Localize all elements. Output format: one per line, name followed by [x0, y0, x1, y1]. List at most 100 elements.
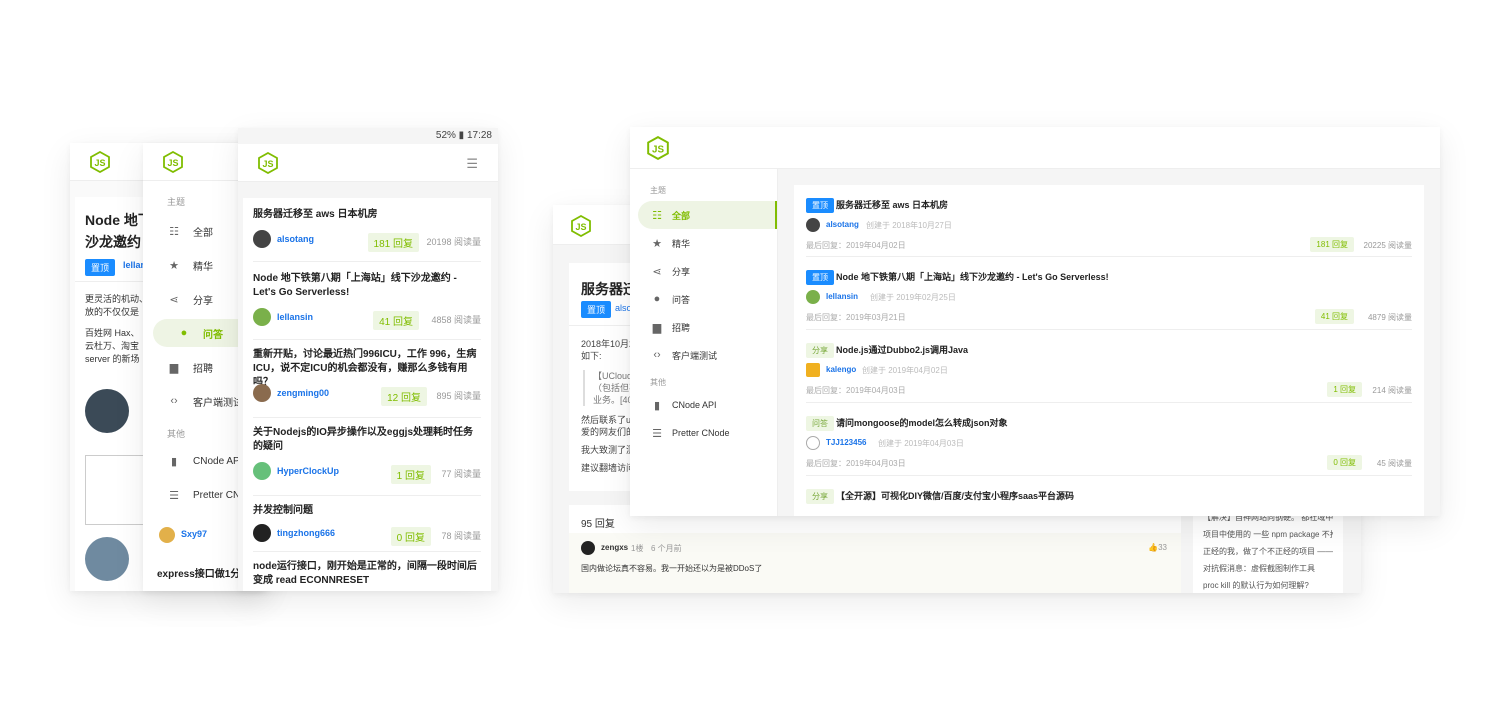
sidebar-item-share[interactable]: ⋖ 分享	[630, 257, 777, 285]
reply-time: 6 个月前	[651, 544, 682, 553]
side-link[interactable]: 项目中使用的 一些 npm package 不推...	[1203, 526, 1333, 543]
replies-header: 95 回复	[581, 519, 615, 530]
sidebar-item-pretter[interactable]: ☰ Pretter CNode	[630, 419, 777, 447]
avatar	[159, 527, 175, 543]
topic-title[interactable]: express接口做1分	[157, 565, 240, 580]
author-link[interactable]: HyperClockUp	[277, 466, 339, 476]
avatar	[253, 384, 271, 402]
topic-item[interactable]: 并发控制问题 tingzhong666 0 回复 78 阅读量	[253, 496, 481, 552]
nodejs-logo-icon[interactable]: JS	[571, 215, 591, 237]
speaker-photo-2	[85, 537, 129, 581]
question-icon: ●	[653, 293, 661, 305]
view-count: 20225 阅读量	[1363, 241, 1412, 250]
sidebar-item-all[interactable]: ☷ 全部	[638, 201, 777, 229]
reply-count-badge: 41 回复	[373, 311, 419, 330]
avatar	[253, 308, 271, 326]
topic-item[interactable]: 服务器迁移至 aws 日本机房 alsotang 181 回复 20198 阅读…	[253, 198, 481, 262]
pin-tag: 置顶	[581, 301, 612, 318]
reply-floor: 1楼	[631, 544, 644, 553]
topic-title[interactable]: 【全开源】可视化DIY微信/百度/支付宝小程序saas平台源码	[836, 489, 1074, 503]
reply-count-badge: 41 回复	[1314, 309, 1354, 324]
last-reply: 最后回复：2019年03月21日	[806, 313, 906, 322]
hamburger-menu-icon[interactable]: ☰	[466, 156, 478, 172]
topic-tag: 分享	[806, 343, 834, 358]
section-label: 主题	[167, 197, 186, 207]
author-link[interactable]: lellansin	[277, 312, 313, 322]
nodejs-logo-icon[interactable]: JS	[163, 151, 183, 173]
avatar	[806, 436, 820, 450]
author-link[interactable]: tingzhong666	[277, 528, 335, 538]
created-date: 创建于 2018年10月27日	[866, 221, 952, 230]
author-link[interactable]: alsotang	[826, 220, 859, 229]
nodejs-logo-icon[interactable]: JS	[90, 151, 110, 173]
api-icon: ▮	[653, 399, 661, 412]
topic-title[interactable]: node运行接口，刚开始是正常的，间隔一段时间后变成 read ECONNRES…	[253, 560, 481, 588]
avatar	[806, 363, 820, 377]
avatar	[581, 541, 595, 555]
author-link[interactable]: zengming00	[277, 388, 329, 398]
topic-item[interactable]: 问答 请问mongoose的model怎么转成json对象 TJJ123456 …	[806, 403, 1412, 476]
created-date: 创建于 2019年04月02日	[862, 366, 948, 375]
sidebar-links-card: 【解决】自神网站向钢硬。 都社域中域 项目中使用的 一些 npm package…	[1193, 505, 1343, 593]
list-icon: ☰	[652, 427, 662, 440]
created-date: 创建于 2019年02月25日	[870, 293, 956, 302]
side-link[interactable]: 正经的我，做了个不正经的项目 —— P...	[1203, 543, 1333, 560]
svg-text:JS: JS	[262, 159, 273, 169]
sidebar-item-job[interactable]: ▆ 招聘	[630, 313, 777, 341]
topic-title[interactable]: 请问mongoose的model怎么转成json对象	[836, 416, 1008, 430]
sidebar-item-good[interactable]: ★ 精华	[630, 229, 777, 257]
nodejs-logo-icon[interactable]: JS	[258, 152, 278, 174]
topic-title[interactable]: 服务器迁移至 aws 日本机房	[836, 198, 948, 212]
reply-count-badge: 181 回复	[1310, 237, 1354, 252]
like-button[interactable]: 👍33	[1148, 543, 1167, 552]
star-icon: ★	[652, 237, 662, 250]
avatar	[806, 218, 820, 232]
side-link[interactable]: 对抗假消息：虚假截图制作工具	[1203, 560, 1333, 577]
view-count: 77 阅读量	[441, 469, 481, 479]
code-icon: ‹›	[170, 395, 178, 407]
view-count: 45 阅读量	[1376, 459, 1412, 468]
article-body: 更灵活的机动、 放的不仅仅是 百姓网 Hax、 云杜万、淘宝 server 的新…	[85, 294, 149, 364]
topic-title[interactable]: Node.js通过Dubbo2.js调用Java	[836, 343, 968, 357]
topic-title[interactable]: Node 地下铁第八期「上海站」线下沙龙邀约 - Let's Go Server…	[253, 272, 481, 300]
user-link[interactable]: Sxy97	[181, 529, 207, 539]
topic-item[interactable]: 分享 Node.js通过Dubbo2.js调用Java kalengo 创建于 …	[806, 330, 1412, 403]
topic-title[interactable]: 并发控制问题	[253, 504, 481, 518]
side-link[interactable]: proc kill 的默认行为如何理解?	[1203, 577, 1333, 593]
topic-title[interactable]: 关于Nodejs的IO异步操作以及eggjs处理耗时任务的疑问	[253, 426, 481, 454]
avatar	[253, 230, 271, 248]
last-reply: 最后回复：2019年04月03日	[806, 459, 906, 468]
topic-item[interactable]: 重新开贴，讨论最近热门996ICU，工作 996，生病 ICU，说不定ICU的机…	[253, 340, 481, 418]
svg-text:JS: JS	[167, 158, 178, 168]
topic-item[interactable]: Node 地下铁第八期「上海站」线下沙龙邀约 - Let's Go Server…	[253, 262, 481, 340]
sidebar-item-api[interactable]: ▮ CNode API	[630, 391, 777, 419]
sidebar-item-ask[interactable]: ● 问答	[630, 285, 777, 313]
reply-count-badge: 1 回复	[1327, 382, 1362, 397]
topic-item[interactable]: 置顶 服务器迁移至 aws 日本机房 alsotang 创建于 2018年10月…	[806, 185, 1412, 257]
other-label: 其他	[167, 429, 186, 439]
author-link[interactable]: alsotang	[277, 234, 314, 244]
api-icon: ▮	[170, 455, 178, 468]
other-label: 其他	[650, 378, 666, 387]
topic-title[interactable]: 服务器迁移至 aws 日本机房	[253, 208, 481, 222]
author-link[interactable]: TJJ123456	[826, 438, 866, 447]
reply-count-badge: 1 回复	[390, 465, 431, 484]
main-area: 置顶 服务器迁移至 aws 日本机房 alsotang 创建于 2018年10月…	[778, 169, 1440, 516]
topic-item[interactable]: 置顶 Node 地下铁第八期「上海站」线下沙龙邀约 - Let's Go Ser…	[806, 257, 1412, 330]
topic-item[interactable]: 关于Nodejs的IO异步操作以及eggjs处理耗时任务的疑问 HyperClo…	[253, 418, 481, 496]
nodejs-logo-icon[interactable]: JS	[647, 136, 669, 160]
share-icon: ⋖	[169, 293, 179, 306]
last-reply: 最后回复：2019年04月02日	[806, 241, 906, 250]
reply-count-badge: 12 回复	[381, 387, 427, 406]
topic-title[interactable]: 重新开贴，讨论最近热门996ICU，工作 996，生病 ICU，说不定ICU的机…	[253, 348, 481, 390]
reply-username[interactable]: zengxs	[601, 543, 628, 552]
topic-item[interactable]: node运行接口，刚开始是正常的，间隔一段时间后变成 read ECONNRES…	[253, 552, 481, 591]
svg-text:JS: JS	[652, 144, 664, 155]
author-link[interactable]: lellansin	[826, 292, 858, 301]
view-count: 4879 阅读量	[1367, 313, 1412, 322]
view-count: 20198 阅读量	[426, 237, 481, 247]
topic-title[interactable]: Node 地下铁第八期「上海站」线下沙龙邀约 - Let's Go Server…	[836, 270, 1109, 284]
topic-item[interactable]: 分享 【全开源】可视化DIY微信/百度/支付宝小程序saas平台源码	[806, 476, 1412, 516]
author-link[interactable]: kalengo	[826, 365, 856, 374]
sidebar-item-dev[interactable]: ‹› 客户端测试	[630, 341, 777, 369]
